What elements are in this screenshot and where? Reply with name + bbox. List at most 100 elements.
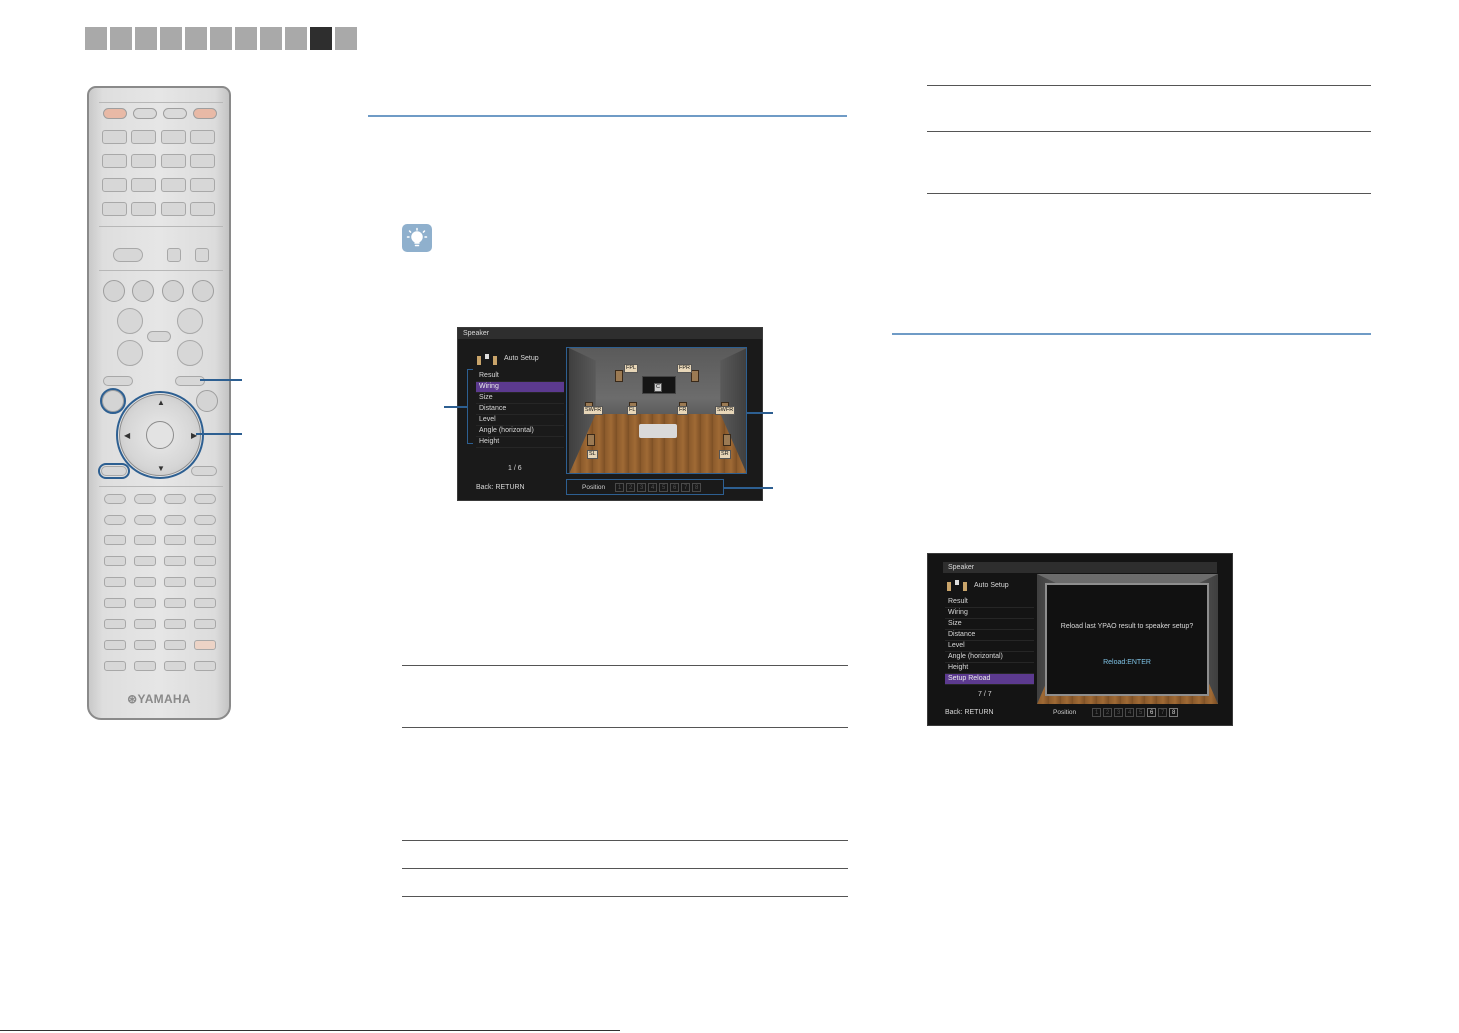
input-button [161, 202, 186, 216]
number-button [194, 661, 216, 671]
speaker-setup-icon [946, 579, 968, 598]
table-rule [402, 840, 848, 841]
chapter-tab[interactable] [85, 27, 107, 50]
remote-control-illustration: ▲ ▼ ◀ ▶ ⊛YAMAHA [87, 86, 231, 720]
back-hint: Back: RETURN [945, 709, 994, 716]
number-button [164, 556, 186, 566]
remote-button [113, 248, 143, 262]
table-rule [402, 727, 848, 728]
section-rule [368, 115, 847, 117]
input-button [161, 130, 186, 144]
chapter-tab[interactable] [335, 27, 357, 50]
cursor-pad-highlight [116, 391, 204, 479]
playback-button [104, 515, 126, 525]
menu-item-wiring[interactable]: Wiring [476, 382, 564, 393]
menu-item-height[interactable]: Height [476, 437, 564, 448]
menu-item-size[interactable]: Size [476, 393, 564, 404]
chapter-tab[interactable] [110, 27, 132, 50]
number-button [164, 577, 186, 587]
menu-item-angle[interactable]: Angle (horizontal) [945, 652, 1034, 663]
input-button [190, 178, 215, 192]
position-box[interactable]: 2 [1103, 708, 1113, 717]
screen-heading: Auto Setup [974, 582, 1009, 589]
number-button [104, 640, 126, 650]
position-box[interactable]: 8 [1169, 708, 1179, 717]
menu-item-level[interactable]: Level [945, 641, 1034, 652]
screen-title: Speaker [943, 562, 1217, 573]
playback-button [194, 494, 216, 504]
position-box[interactable]: 1 [1092, 708, 1102, 717]
table-rule [927, 131, 1371, 132]
number-button [164, 619, 186, 629]
speaker-setup-icon [476, 353, 498, 372]
number-button [104, 535, 126, 545]
menu-item-result[interactable]: Result [476, 371, 564, 382]
scene-button [132, 280, 154, 302]
input-button [102, 178, 127, 192]
number-button [104, 619, 126, 629]
input-button [190, 154, 215, 168]
remote-button [195, 248, 209, 262]
screen-title: Speaker [458, 328, 762, 339]
number-button [104, 661, 126, 671]
position-box[interactable]: 6 [1147, 708, 1157, 717]
power-button [103, 108, 127, 119]
back-hint: Back: RETURN [476, 484, 525, 491]
setup-reload-screen: Speaker Auto Setup Result Wiring Size Di… [927, 553, 1233, 726]
option-button [196, 390, 218, 412]
chapter-tab[interactable] [185, 27, 207, 50]
input-button [190, 202, 215, 216]
chapter-tab[interactable] [210, 27, 232, 50]
number-button [164, 640, 186, 650]
chapter-tab[interactable] [160, 27, 182, 50]
menu-item-result[interactable]: Result [945, 597, 1034, 608]
dialog-message: Reload last YPAO result to speaker setup… [1060, 623, 1194, 630]
volume-down-button [117, 340, 143, 366]
number-button [164, 535, 186, 545]
number-button [194, 556, 216, 566]
number-button [194, 598, 216, 608]
position-box[interactable]: 4 [1125, 708, 1135, 717]
volume-up-button [177, 308, 203, 334]
brand-logo: ⊛YAMAHA [127, 692, 191, 706]
reload-dialog: Reload last YPAO result to speaker setup… [1045, 583, 1209, 696]
menu-item-setup-reload[interactable]: Setup Reload [945, 674, 1034, 685]
input-button [131, 202, 156, 216]
callout-line [724, 487, 773, 489]
chapter-tab[interactable] [135, 27, 157, 50]
number-button [194, 619, 216, 629]
menu-bracket [467, 369, 473, 444]
chapter-tab[interactable] [285, 27, 307, 50]
input-button [131, 178, 156, 192]
position-bracket [566, 479, 724, 495]
input-button [161, 154, 186, 168]
menu-item-level[interactable]: Level [476, 415, 564, 426]
table-rule [402, 868, 848, 869]
chapter-tab-active[interactable] [310, 27, 332, 50]
menu-item-distance[interactable]: Distance [945, 630, 1034, 641]
chapter-tab[interactable] [235, 27, 257, 50]
setup-menu: Result Wiring Size Distance Level Angle … [945, 597, 1034, 685]
position-selector: Position 1 2 3 4 5 6 7 8 [1053, 708, 1179, 717]
playback-button [194, 515, 216, 525]
playback-button [134, 515, 156, 525]
menu-item-angle[interactable]: Angle (horizontal) [476, 426, 564, 437]
menu-item-distance[interactable]: Distance [476, 404, 564, 415]
position-box[interactable]: 5 [1136, 708, 1146, 717]
position-label: Position [1053, 709, 1077, 716]
number-button [164, 598, 186, 608]
lightbulb-icon [406, 227, 428, 247]
menu-item-height[interactable]: Height [945, 663, 1034, 674]
volume-down-button [177, 340, 203, 366]
menu-item-size[interactable]: Size [945, 619, 1034, 630]
position-box[interactable]: 3 [1114, 708, 1124, 717]
number-button [194, 640, 216, 650]
page-bottom-rule [0, 1030, 620, 1031]
table-rule [927, 85, 1371, 86]
input-button [102, 202, 127, 216]
position-box[interactable]: 7 [1158, 708, 1168, 717]
menu-item-wiring[interactable]: Wiring [945, 608, 1034, 619]
dialog-action[interactable]: Reload:ENTER [1047, 659, 1207, 666]
scene-button [192, 280, 214, 302]
chapter-tab[interactable] [260, 27, 282, 50]
